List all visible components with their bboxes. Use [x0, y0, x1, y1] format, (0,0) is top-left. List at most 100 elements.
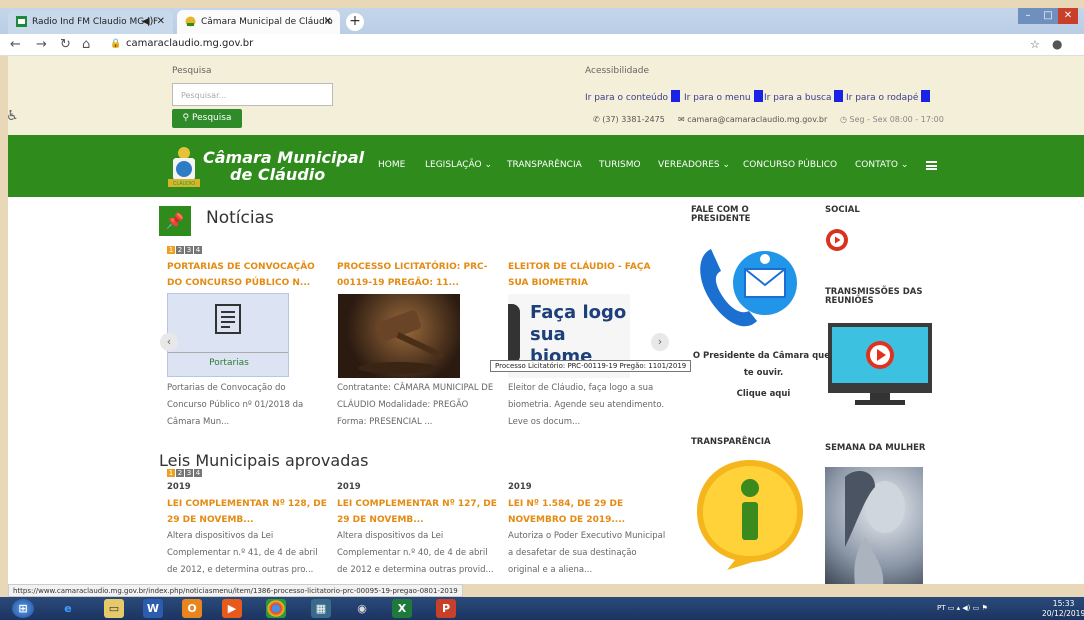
speaker-close-icon[interactable]: ◀) ✕ — [142, 16, 165, 27]
wheelchair-icon[interactable]: ♿ — [8, 108, 19, 124]
tab-camara[interactable]: Câmara Municipal de Cláudio ✕ — [177, 10, 340, 34]
page-2[interactable]: 2 — [176, 469, 184, 477]
nav-turismo[interactable]: TURISMO — [599, 160, 641, 170]
profile-icon[interactable]: ● — [1052, 37, 1062, 51]
page-3[interactable]: 3 — [185, 469, 193, 477]
carousel-next-button[interactable]: › — [651, 333, 669, 351]
hamburger-menu-icon[interactable] — [926, 161, 937, 170]
document-icon — [215, 304, 241, 334]
news-item-title[interactable]: PORTARIAS DE CONVOCAÇÃO DO CONCURSO PÚBL… — [167, 259, 332, 291]
brand-subtitle[interactable]: de Cláudio — [230, 165, 325, 184]
tab-label: Câmara Municipal de Cláudio — [201, 17, 333, 27]
thumb-banner-text: Faça logo sua biome — [530, 302, 627, 367]
skip-search-link[interactable]: Ir para a busca — [764, 90, 844, 103]
camara-logo[interactable]: CLÁUDIO — [165, 141, 203, 193]
tv-play-icon[interactable] — [827, 322, 933, 407]
news-item-title[interactable]: ELEITOR DE CLÁUDIO - FAÇA SUA BIOMETRIA — [508, 259, 673, 291]
clock[interactable]: 15:33 20/12/2019 — [1042, 599, 1084, 619]
news-title: Notícias — [206, 208, 274, 228]
tab-bar: Radio Ind FM Claudio MG | F ◀) ✕ Câmara … — [0, 8, 1084, 34]
word-icon[interactable]: W — [143, 599, 163, 618]
start-button[interactable]: ⊞ — [12, 599, 34, 618]
news-item-desc: Contratante: CÂMARA MUNICIPAL DE CLÁUDIO… — [337, 383, 494, 427]
phone-mail-icon[interactable] — [693, 241, 803, 336]
semana-title: SEMANA DA MULHER — [825, 443, 926, 453]
tab-radio[interactable]: Radio Ind FM Claudio MG | F ◀) ✕ — [8, 10, 173, 34]
semana-banner-image[interactable] — [825, 467, 923, 584]
news-thumb-gavel[interactable] — [338, 294, 460, 378]
tray-lang[interactable]: PT — [937, 604, 946, 612]
info-icon[interactable] — [691, 454, 809, 572]
url-field[interactable]: camaraclaudio.mg.gov.br — [126, 38, 253, 49]
radio-favicon-icon — [16, 16, 27, 27]
page-2[interactable]: 2 — [176, 246, 184, 254]
back-icon[interactable]: ← — [10, 37, 21, 52]
new-tab-button[interactable]: + — [346, 13, 364, 31]
accessibility-marker — [753, 90, 763, 102]
disc-icon[interactable]: ◉ — [352, 599, 372, 618]
hours-contact: ◷ Seg - Sex 08:00 - 17:00 — [840, 115, 944, 124]
nav-label: LEGISLAÇÃO — [425, 160, 482, 170]
skip-menu-link[interactable]: Ir para o menu — [684, 90, 763, 103]
nav-contato[interactable]: CONTATO ⌄ — [855, 160, 908, 170]
window-controls: – □ ✕ — [1018, 8, 1078, 24]
gavel-icon — [358, 310, 445, 374]
transmissoes-title: TRANSMISSÕES DAS REUNIÕES — [825, 287, 923, 306]
skip-link-label: Ir para a busca — [764, 93, 832, 103]
page-4[interactable]: 4 — [194, 469, 202, 477]
outlook-icon[interactable]: O — [182, 599, 202, 618]
skip-footer-link[interactable]: Ir para o rodapé — [846, 90, 931, 103]
nav-transparencia[interactable]: TRANSPARÊNCIA — [507, 160, 582, 170]
nav-home[interactable]: HOME — [378, 160, 405, 170]
phone-text: (37) 3381-2475 — [602, 115, 665, 124]
email-contact[interactable]: ✉ camara@camaraclaudio.mg.gov.br — [678, 115, 827, 124]
reload-icon[interactable]: ↻ — [60, 37, 71, 52]
folder-icon[interactable]: ▭ — [104, 599, 124, 618]
skip-content-link[interactable]: Ir para o conteúdo — [585, 90, 681, 103]
top-strip: Pesquisa Pesquisar... ⚲ Pesquisa ♿ Acess… — [8, 56, 1084, 135]
news-thumb-portarias[interactable]: Portarias — [167, 293, 289, 377]
camara-favicon-icon — [185, 16, 196, 27]
powerpoint-icon[interactable]: P — [436, 599, 456, 618]
minimize-button[interactable]: – — [1018, 8, 1038, 24]
page-1[interactable]: 1 — [167, 246, 175, 254]
media-player-icon[interactable]: ▶ — [222, 599, 242, 618]
close-window-button[interactable]: ✕ — [1058, 8, 1078, 24]
lock-icon: 🔒 — [110, 39, 122, 49]
star-icon[interactable]: ☆ — [1030, 38, 1040, 51]
nav-label: VEREADORES — [658, 160, 720, 170]
transparencia-title: TRANSPARÊNCIA — [691, 437, 771, 447]
law-title[interactable]: LEI COMPLEMENTAR Nº 127, DE 29 DE NOVEMB… — [337, 496, 497, 528]
accessibility-marker — [671, 90, 681, 102]
page-4[interactable]: 4 — [194, 246, 202, 254]
hours-text: Seg - Sex 08:00 - 17:00 — [849, 115, 944, 124]
law-year: 2019 — [508, 482, 532, 492]
law-year: 2019 — [167, 482, 191, 492]
ie-icon[interactable]: e — [58, 599, 78, 618]
nav-concurso[interactable]: CONCURSO PÚBLICO — [743, 160, 837, 170]
carousel-prev-button[interactable]: ‹ — [160, 333, 178, 351]
clock-icon: ◷ — [840, 115, 850, 124]
law-title[interactable]: LEI COMPLEMENTAR Nº 128, DE 29 DE NOVEMB… — [167, 496, 327, 528]
social-title: SOCIAL — [825, 205, 860, 215]
chrome-icon[interactable] — [266, 599, 286, 618]
nav-vereadores[interactable]: VEREADORES ⌄ — [658, 160, 730, 170]
excel-icon[interactable]: X — [392, 599, 412, 618]
close-tab-icon[interactable]: ✕ — [324, 16, 332, 27]
logo-text: CLÁUDIO — [173, 180, 195, 187]
page-1[interactable]: 1 — [167, 469, 175, 477]
news-pager: 1234 — [167, 246, 203, 254]
fale-link[interactable]: Clique aqui — [691, 389, 836, 399]
news-item-title[interactable]: PROCESSO LICITATÓRIO: PRC-00119-19 PREGÃ… — [337, 259, 502, 291]
nav-legislacao[interactable]: LEGISLAÇÃO ⌄ — [425, 160, 492, 170]
calculator-icon[interactable]: ▦ — [311, 599, 331, 618]
youtube-icon[interactable] — [825, 228, 849, 252]
search-input[interactable]: Pesquisar... — [172, 83, 333, 106]
maximize-button[interactable]: □ — [1038, 8, 1058, 24]
law-title[interactable]: LEI Nº 1.584, DE 29 DE NOVEMBRO DE 2019.… — [508, 496, 648, 528]
home-icon[interactable]: ⌂ — [82, 37, 90, 52]
thumb-label: Portarias — [209, 358, 249, 368]
forward-icon[interactable]: → — [36, 37, 47, 52]
page-3[interactable]: 3 — [185, 246, 193, 254]
search-button[interactable]: ⚲ Pesquisa — [172, 109, 242, 128]
